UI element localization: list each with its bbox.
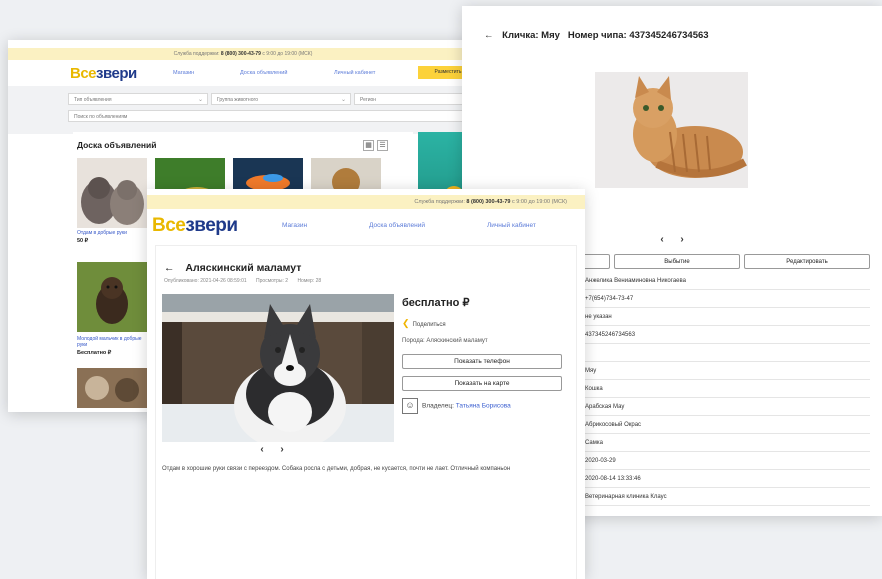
ad-content: ← Аляскинский маламут Опубликовано: 2021… (155, 245, 577, 579)
support-label: Служба поддержки: (173, 51, 220, 57)
support-hours: с 9:00 до 19:00 (МСК) (511, 199, 567, 205)
ad-thumb-other[interactable] (77, 368, 147, 408)
row-clinic: Ветеринарная клиника Клаус (582, 488, 870, 506)
row-species: Кошка (582, 380, 870, 398)
row-blank (582, 344, 870, 362)
photo-pager: ‹ › (252, 444, 292, 455)
ad-owner: ☺ Владелец: Татьяна Борисова (402, 398, 511, 414)
region-select[interactable]: Регион (354, 93, 478, 105)
row-color: Абрикосовый Окрас (582, 416, 870, 434)
ad-price: Бесплатно ₽ (77, 350, 112, 356)
owner-link[interactable]: Татьяна Борисова (456, 403, 511, 410)
nav-account[interactable]: Личный кабинет (487, 222, 536, 229)
show-phone-button[interactable]: Показать телефон (402, 354, 562, 369)
next-arrow-icon[interactable]: › (672, 234, 692, 245)
support-hours: с 9:00 до 19:00 (МСК) (262, 51, 313, 57)
ad-published: Опубликовано: 2021-04-26 08:59:01 (164, 278, 247, 284)
ad-caption[interactable]: Отдам в добрые руки (77, 230, 149, 236)
ad-caption[interactable]: Молодой мальчик в добрые руки (77, 336, 149, 348)
row-chip: 437345246734563 (582, 326, 870, 344)
pet-photo (595, 72, 748, 188)
share-icon: ❮ (402, 318, 410, 328)
back-arrow-icon[interactable]: ← (484, 30, 494, 41)
ad-window: Служба поддержки: 8 (800) 300-43-79 с 9:… (147, 189, 585, 579)
chevron-down-icon: ⌄ (197, 97, 203, 103)
row-owner: Анжелика Вениаминовна Никогаева (582, 272, 870, 290)
row-breed: Арабская Мау (582, 398, 870, 416)
pet-header: ← Кличка: Мяу Номер чипа: 43734524673456… (484, 30, 709, 41)
dropout-button[interactable]: Выбытие (614, 254, 740, 269)
prev-arrow-icon[interactable]: ‹ (252, 444, 272, 455)
prev-arrow-icon[interactable]: ‹ (652, 234, 672, 245)
nav-board[interactable]: Доска объявлений (369, 222, 425, 229)
ad-photo (162, 294, 394, 450)
ad-description: Отдам в хорошие руки связи с переездом. … (162, 466, 511, 472)
user-icon: ☺ (402, 398, 418, 414)
animal-group-select[interactable]: Группа животного ⌄ (211, 93, 351, 105)
ad-title: Аляскинский маламут (185, 262, 302, 274)
support-bar: Служба поддержки: 8 (800) 300-43-79 с 9:… (147, 195, 585, 209)
ad-price: 50 ₽ (77, 238, 89, 244)
ad-type-select[interactable]: Тип объявления ⌄ (68, 93, 208, 105)
support-phone[interactable]: 8 (800) 300-43-79 (466, 199, 510, 205)
ad-views: Просмотры: 2 (256, 278, 289, 284)
grid-icon[interactable]: ▦ (363, 140, 374, 151)
nav-shop[interactable]: Магазин (173, 70, 194, 76)
support-phone[interactable]: 8 (800) 300-43-79 (221, 51, 261, 57)
ad-number: Номер: 28 (297, 278, 322, 284)
share-button[interactable]: ❮ Поделиться (402, 318, 446, 329)
support-bar: Служба поддержки: 8 (800) 300-43-79 с 9:… (8, 48, 478, 60)
row-phone: +7(654)734-73-47 (582, 290, 870, 308)
ad-thumb-puppy[interactable] (77, 262, 147, 332)
pet-nickname: Кличка: Мяу (502, 30, 560, 41)
search-input[interactable]: Поиск по объявлениям (68, 110, 478, 122)
ad-meta: Опубликовано: 2021-04-26 08:59:01 Просмо… (164, 278, 329, 284)
ad-title-row: ← Аляскинский маламут (164, 262, 301, 274)
ad-breed: Порода: Аляскинский маламут (402, 338, 488, 344)
ad-price: бесплатно ₽ (402, 297, 470, 309)
row-birthdate: 2020-03-29 (582, 452, 870, 470)
nav-board[interactable]: Доска объявлений (240, 70, 287, 76)
support-label: Служба поддержки: (414, 199, 465, 205)
nav-account[interactable]: Личный кабинет (334, 70, 375, 76)
row-created: 2020-08-14 13:33:46 (582, 470, 870, 488)
board-title: Доска объявлений (77, 140, 157, 150)
pet-chip-number: Номер чипа: 437345246734563 (567, 30, 709, 41)
row-sex: Самка (582, 434, 870, 452)
back-arrow-icon[interactable]: ← (164, 262, 175, 274)
site-logo[interactable]: Всезвери (70, 65, 137, 82)
chevron-down-icon: ⌄ (340, 97, 346, 103)
row-nickname: Мяу (582, 362, 870, 380)
filters-bar: Тип объявления ⌄ Группа животного ⌄ Регион… (8, 86, 478, 134)
photo-pager: ‹ › (652, 234, 692, 245)
list-icon[interactable]: ☰ (377, 140, 388, 151)
site-logo[interactable]: Всезвери (152, 215, 238, 237)
edit-button[interactable]: Редактировать (744, 254, 870, 269)
show-map-button[interactable]: Показать на карте (402, 376, 562, 391)
nav-shop[interactable]: Магазин (282, 222, 307, 229)
row-email: не указан (582, 308, 870, 326)
next-arrow-icon[interactable]: › (272, 444, 292, 455)
ad-thumb-kittens[interactable] (77, 158, 147, 228)
